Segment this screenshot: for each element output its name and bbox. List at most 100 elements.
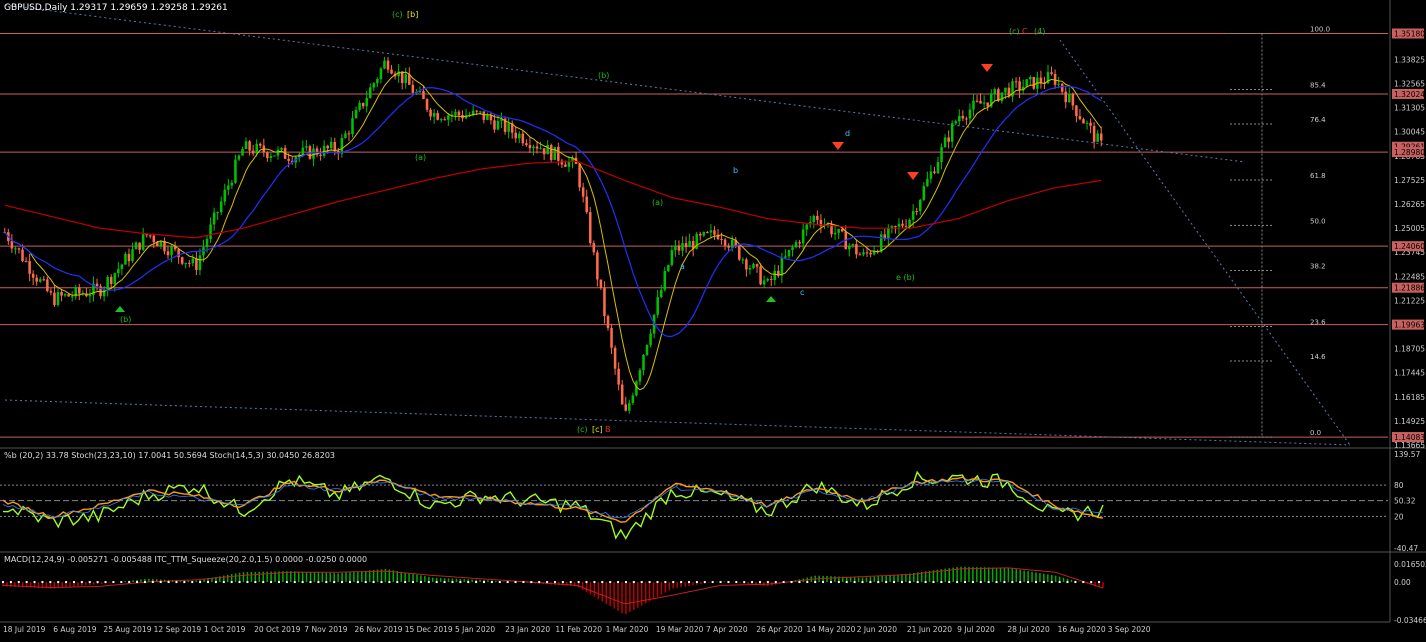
date-tick-label: 12 Sep 2019 <box>154 625 202 634</box>
candle-body <box>816 215 819 220</box>
candle-body <box>237 155 241 160</box>
candle-body <box>968 109 972 119</box>
candle-body <box>31 273 35 278</box>
candle-body <box>326 145 329 149</box>
candle-body <box>209 224 212 239</box>
squeeze-dot <box>735 581 738 584</box>
squeeze-dot <box>483 581 486 584</box>
wave-label: a <box>680 262 685 271</box>
squeeze-dot <box>885 581 888 584</box>
price-tick-label: 1.18705 <box>1394 345 1425 354</box>
candle-body <box>975 100 979 102</box>
date-tick-label: 2 Jun 2020 <box>857 625 898 634</box>
wave-label: c <box>800 288 804 297</box>
candle-body <box>769 278 773 280</box>
squeeze-dot <box>553 581 556 584</box>
date-tick-label: 9 Jul 2020 <box>957 625 995 634</box>
candle-body <box>166 251 170 256</box>
squeeze-dot <box>435 581 438 584</box>
candle-body <box>950 123 954 142</box>
squeeze-dot <box>1011 581 1014 584</box>
squeeze-dot <box>498 581 501 584</box>
candle-body <box>17 248 21 250</box>
candle-body <box>14 248 17 250</box>
candle-body <box>95 283 99 287</box>
candle-body <box>255 143 258 154</box>
candle-body <box>280 147 283 150</box>
candle-body <box>897 223 901 227</box>
wave-label: d <box>845 129 850 138</box>
macd-tick-label: 0.016502 <box>1394 560 1426 569</box>
candle-body <box>188 262 191 264</box>
candle-body <box>542 148 546 155</box>
squeeze-dot <box>191 581 194 584</box>
squeeze-dot <box>443 581 446 584</box>
candle-body <box>752 264 755 269</box>
candle-body <box>578 164 581 188</box>
candle-body <box>1089 122 1092 126</box>
squeeze-dot <box>971 581 974 584</box>
candle-body <box>539 148 542 150</box>
candle-body <box>361 102 365 107</box>
price-tick-label: 1.27525 <box>1394 176 1425 185</box>
squeeze-dot <box>222 581 225 584</box>
candle-body <box>493 120 496 130</box>
candle-body <box>858 254 862 256</box>
candle-body <box>1068 93 1071 103</box>
date-tick-label: 16 Aug 2020 <box>1058 625 1106 634</box>
squeeze-dot <box>703 581 706 584</box>
candle-body <box>954 121 958 124</box>
candle-body <box>287 158 290 161</box>
squeeze-dot <box>916 581 919 584</box>
candle-body <box>585 196 588 213</box>
price-marker-label: 1.28980 <box>1394 148 1425 157</box>
candle-body <box>1064 91 1068 103</box>
squeeze-dot <box>57 581 60 584</box>
candle-body <box>723 239 727 246</box>
candle-body <box>784 256 787 258</box>
squeeze-dot <box>506 581 509 584</box>
squeeze-dot <box>467 581 470 584</box>
candle-body <box>738 245 741 260</box>
candle-body <box>684 243 688 248</box>
price-marker-label: 1.35180 <box>1394 30 1425 39</box>
wave-label: b <box>733 166 738 175</box>
candle-body <box>546 144 549 155</box>
date-tick-label: 3 Sep 2020 <box>1108 625 1151 634</box>
squeeze-dot <box>388 581 391 584</box>
date-tick-label: 1 Oct 2019 <box>204 625 246 634</box>
macd-tick-label: 0.00 <box>1394 578 1411 587</box>
candle-body <box>379 68 383 80</box>
chart-background <box>0 0 1426 638</box>
price-marker-label: 1.19963 <box>1394 321 1425 330</box>
candle-body <box>301 147 305 155</box>
candle-body <box>848 245 851 250</box>
candle-body <box>344 133 347 138</box>
candle-body <box>216 212 219 214</box>
candle-body <box>1004 87 1007 93</box>
chart-window[interactable]: 100.0 85.4 76.4 61.8 50.0 38.2 23.6 14.6 0.0 (c) [… <box>0 0 1426 638</box>
chart-canvas[interactable]: 100.0 85.4 76.4 61.8 50.0 38.2 23.6 14.6 0.0 (c) [… <box>0 0 1426 638</box>
candle-body <box>670 250 674 266</box>
wave-label: (c) <box>577 425 588 434</box>
candle-body <box>1039 77 1043 83</box>
candle-body <box>1096 133 1099 142</box>
candle-body <box>812 215 816 223</box>
squeeze-dot <box>270 581 273 584</box>
candle-body <box>911 210 915 220</box>
date-tick-label: 7 Apr 2020 <box>706 625 748 634</box>
candle-body <box>251 150 255 154</box>
candle-body <box>205 238 209 248</box>
squeeze-dot <box>790 581 793 584</box>
squeeze-dot <box>41 581 44 584</box>
candle-body <box>24 261 28 263</box>
squeeze-dot <box>380 581 383 584</box>
date-tick-label: 19 Mar 2020 <box>656 625 704 634</box>
squeeze-dot <box>632 581 635 584</box>
candle-body <box>38 279 42 282</box>
candle-body <box>106 276 109 290</box>
fib-level-label: 0.0 <box>1310 429 1321 437</box>
candle-body <box>787 249 791 257</box>
candle-body <box>358 102 361 110</box>
price-marker-label: 1.21886 <box>1394 284 1425 293</box>
